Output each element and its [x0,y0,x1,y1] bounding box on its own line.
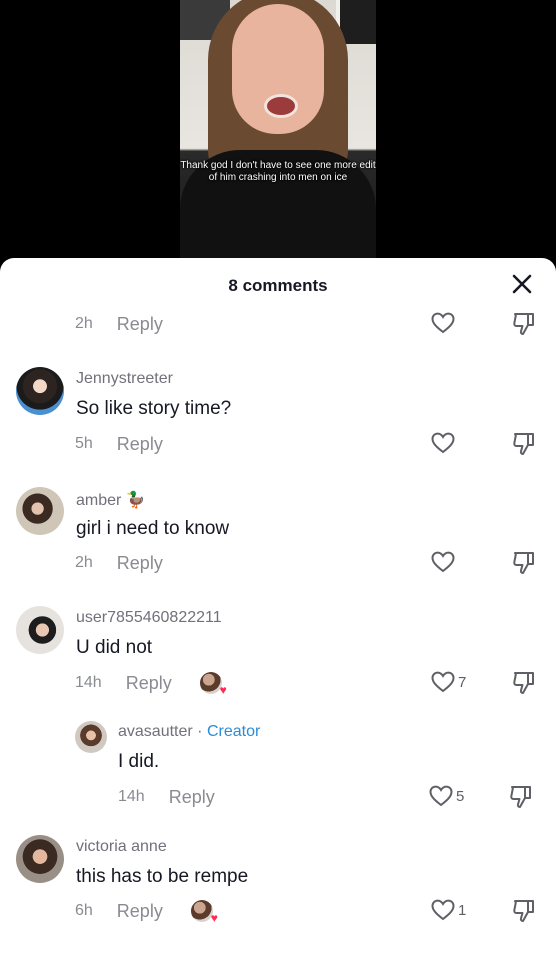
like-button[interactable] [431,551,455,573]
comment-meta-row: 2h Reply [75,312,163,336]
comment-time: 6h [75,902,93,919]
comment-username[interactable]: amber 🦆 [76,490,146,510]
comment-time: 14h [118,788,145,805]
heart-icon [431,312,455,334]
avatar[interactable] [16,487,64,535]
heart-icon: ♥ [210,911,218,925]
comment-text: So like story time? [76,398,232,419]
like-count: 7 [458,673,467,691]
username-separator: · [197,723,203,740]
like-count: 5 [456,787,465,805]
comment-text: this has to be rempe [76,866,249,887]
video-player[interactable]: Thank god I don't have to see one more e… [0,0,556,270]
heart-icon: ♥ [219,683,227,697]
heart-icon [431,671,455,693]
username-label: avasautter [118,723,193,740]
avatar[interactable] [16,367,64,415]
dislike-icon[interactable] [512,898,536,924]
video-caption: Thank god I don't have to see one more e… [180,160,376,183]
comment-username[interactable]: Jennystreeter [76,370,173,388]
like-button[interactable]: 7 [431,671,466,693]
like-button[interactable] [431,432,455,454]
comment-time: 2h [75,554,93,571]
reply-button[interactable]: Reply [117,553,163,574]
comment-username[interactable]: avasautter · Creator [118,723,260,741]
heart-icon [431,432,455,454]
creator-badge: Creator [206,723,261,740]
like-button[interactable] [431,312,455,334]
comment-text: U did not [76,637,153,658]
reply-button[interactable]: Reply [117,314,163,335]
comment-time: 14h [75,674,102,691]
video-person-mouth [264,94,298,118]
heart-icon [431,551,455,573]
comment-text: girl i need to know [76,518,230,539]
comment-text: I did. [118,751,160,772]
avatar[interactable] [16,606,64,654]
creator-liked-badge: ♥ [199,672,227,696]
video-frame[interactable] [180,0,376,270]
comment-meta-row: 5h Reply [75,432,163,456]
reply-button[interactable]: Reply [126,673,172,694]
avatar[interactable] [75,721,107,753]
dislike-icon[interactable] [512,550,536,576]
sheet-header: 8 comments [0,258,556,310]
username-label: amber [76,492,122,509]
comment-meta-row: 2h Reply [75,551,163,575]
close-icon[interactable] [510,272,534,296]
dislike-icon[interactable] [509,784,533,810]
comments-count-title: 8 comments [228,276,328,295]
comment-time: 5h [75,435,93,452]
heart-icon [431,899,455,921]
reply-button[interactable]: Reply [169,787,215,808]
dislike-icon[interactable] [512,311,536,337]
avatar[interactable] [16,835,64,883]
like-button[interactable]: 5 [429,785,464,807]
dislike-icon[interactable] [512,431,536,457]
reply-button[interactable]: Reply [117,434,163,455]
comment-username[interactable]: victoria anne [76,838,167,856]
dislike-icon[interactable] [512,670,536,696]
comment-meta-row: 14h Reply ♥ [75,671,227,696]
heart-icon [429,785,453,807]
comment-meta-row: 14h Reply [118,785,215,809]
duck-emoji: 🦆 [125,492,146,509]
comment-username[interactable]: user7855460822211 [76,609,222,627]
comment-time: 2h [75,315,93,332]
creator-liked-badge: ♥ [190,900,218,924]
comment-meta-row: 6h Reply ♥ [75,899,218,924]
like-button[interactable]: 1 [431,899,466,921]
reply-button[interactable]: Reply [117,901,163,922]
like-count: 1 [458,901,467,919]
